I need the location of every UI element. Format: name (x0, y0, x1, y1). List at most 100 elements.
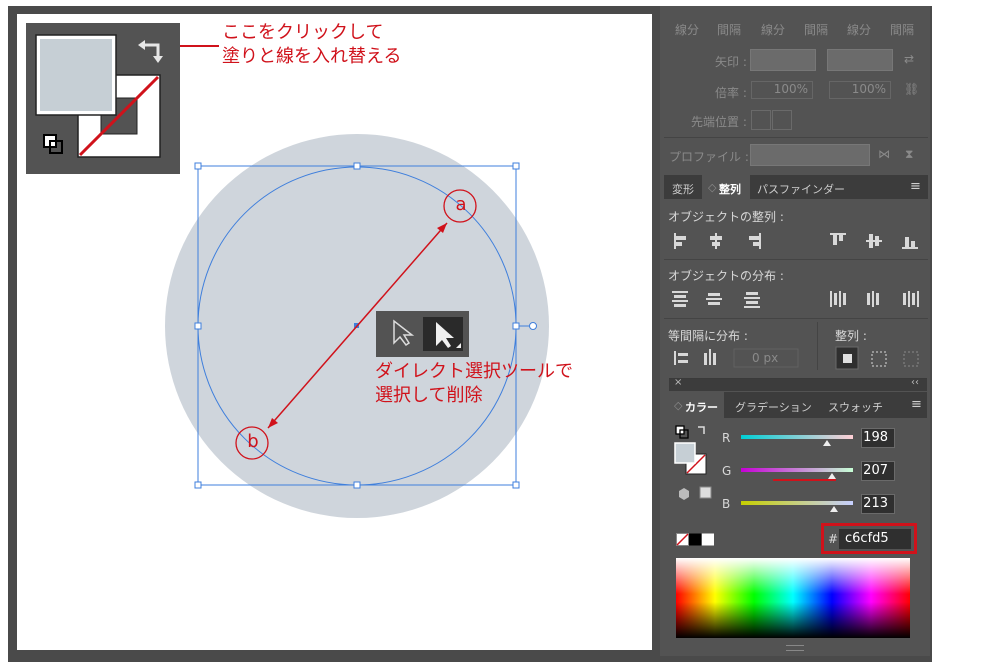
divider (664, 259, 928, 260)
align-objects-buttons (674, 233, 918, 249)
align-bottom-icon[interactable] (902, 237, 918, 249)
start-arrowhead-select[interactable] (750, 49, 816, 71)
selection-tool-icon[interactable] (393, 319, 415, 347)
distribute-left-icon[interactable] (830, 291, 846, 307)
swap-arrowheads-icon[interactable]: ⇄ (904, 52, 914, 66)
b-slider-track[interactable] (741, 501, 853, 505)
tab-color-arrow-icon: ◇ (674, 399, 683, 412)
start-scale-field[interactable]: 100% (751, 81, 813, 99)
panel-menu-icon[interactable]: ≡ (911, 397, 922, 412)
divider (664, 137, 928, 138)
align-left-icon[interactable] (674, 233, 686, 249)
mini-fill-swatch[interactable] (674, 442, 696, 464)
close-panel-icon[interactable]: × (674, 377, 682, 388)
r-value-field[interactable]: 198 (861, 428, 895, 448)
dash-gap-row: 線分 間隔 線分 間隔 線分 間隔 (664, 17, 928, 41)
out-of-web-gamut-icon[interactable] (679, 488, 689, 500)
end-arrowhead-select[interactable] (827, 49, 893, 71)
align-to-artboard-icon[interactable] (903, 351, 919, 367)
distribute-objects-buttons (672, 291, 919, 308)
annotation-underline (773, 479, 836, 481)
mini-fill-stroke (674, 425, 712, 500)
swap-icon[interactable] (698, 426, 705, 434)
b-value-field[interactable]: 213 (861, 494, 895, 514)
align-right-icon[interactable] (749, 233, 761, 249)
tab-pathfinder[interactable]: パスファインダー (757, 181, 845, 197)
white-swatch[interactable] (702, 533, 714, 546)
arrow-align-label: 先端位置 : (691, 115, 747, 129)
align-vcenter-icon[interactable] (866, 234, 882, 248)
color-panel-tabbar: ◇ カラー グラデーション スウォッチ ≡ (669, 392, 927, 418)
distribute-vcenter-icon[interactable] (706, 293, 722, 305)
dash-header-2: 線分 (761, 23, 786, 37)
align-to-label: 整列 : (835, 329, 867, 343)
tab-align-arrow-icon: ◇ (708, 181, 717, 194)
r-slider-thumb[interactable] (823, 440, 831, 446)
align-to-selection-icon (843, 354, 852, 363)
tab-swatches[interactable]: スウォッチ (828, 399, 883, 415)
distribute-spacing-label: 等間隔に分布 : (668, 329, 748, 343)
black-swatch[interactable] (689, 533, 701, 546)
color-panel-header: × ‹‹ (669, 377, 927, 391)
swap-annotation-line1: ここをクリックして (222, 22, 384, 43)
tool-annotation-line1: ダイレクト選択ツールで (375, 361, 573, 382)
horizontal-distribute-space-icon[interactable] (704, 349, 716, 365)
g-slider-track[interactable] (741, 468, 853, 472)
align-hcenter-icon[interactable] (710, 233, 722, 249)
scale-label: 倍率 : (715, 86, 747, 100)
align-to-key-object-icon[interactable] (871, 351, 887, 367)
fill-stroke-zoom-inset (26, 23, 180, 174)
link-scale-icon[interactable]: ⛓ (904, 82, 919, 96)
flip-across-icon[interactable]: ⧗ (905, 147, 913, 162)
gap-header-3: 間隔 (890, 23, 915, 37)
g-value-field[interactable]: 207 (861, 461, 895, 481)
tab-transform[interactable]: 変形 (672, 181, 694, 197)
hash-label: # (828, 532, 839, 546)
selection-tools-popup (376, 311, 469, 357)
default-colors-icon[interactable] (675, 425, 689, 439)
distribute-right-icon[interactable] (903, 291, 919, 307)
align-top-icon[interactable] (830, 233, 846, 245)
distribute-bottom-icon[interactable] (744, 292, 760, 308)
distribute-objects-label: オブジェクトの分布 : (668, 269, 784, 283)
arrowheads-label: 矢印 : (715, 55, 747, 69)
default-fill-stroke-icon[interactable] (43, 134, 63, 154)
b-label: B (722, 497, 731, 511)
distribute-top-icon[interactable] (672, 291, 688, 307)
arrow-tip-place-button[interactable] (772, 110, 792, 130)
fill-swatch-color (40, 39, 112, 111)
g-label: G (722, 464, 732, 478)
spacing-value-field[interactable]: 0 px (752, 351, 778, 365)
hex-value-field[interactable]: c6cfd5 (839, 529, 911, 549)
tool-annotation-line2: 選択して削除 (375, 385, 483, 406)
point-a-label: a (455, 194, 467, 215)
color-spectrum-picker[interactable] (676, 558, 910, 638)
r-slider-track[interactable] (741, 435, 853, 439)
gap-header-2: 間隔 (804, 23, 829, 37)
end-scale-field[interactable]: 100% (829, 81, 891, 99)
quick-swatches (676, 533, 714, 546)
align-objects-label: オブジェクトの整列 : (668, 210, 784, 224)
r-label: R (722, 431, 731, 445)
dash-header-1: 線分 (675, 23, 700, 37)
flip-along-icon[interactable]: ⋈ (878, 147, 890, 161)
b-slider-thumb[interactable] (830, 506, 838, 512)
fill-stroke-illustration (35, 34, 163, 158)
swap-annotation-line2: 塗りと線を入れ替える (222, 46, 402, 67)
tab-gradient[interactable]: グラデーション (735, 399, 812, 415)
web-safe-swatch[interactable] (699, 486, 712, 499)
distribute-hcenter-icon[interactable] (867, 291, 879, 307)
resize-grip-icon[interactable] (786, 645, 804, 651)
rotate-handle[interactable] (529, 322, 537, 330)
profile-select[interactable] (750, 144, 870, 166)
panel-menu-icon[interactable]: ≡ (910, 179, 921, 194)
gap-header-1: 間隔 (717, 23, 742, 37)
tab-align[interactable]: 整列 (719, 181, 741, 197)
align-panel-tabbar: 変形 ◇ 整列 パスファインダー ≡ (664, 175, 928, 199)
point-b-label: b (247, 431, 259, 452)
collapse-panel-icon[interactable]: ‹‹ (911, 377, 919, 388)
arrow-tip-extend-button[interactable] (751, 110, 771, 130)
vertical-distribute-space-icon[interactable] (674, 351, 688, 365)
dash-header-3: 線分 (847, 23, 872, 37)
tab-color[interactable]: カラー (685, 399, 718, 415)
